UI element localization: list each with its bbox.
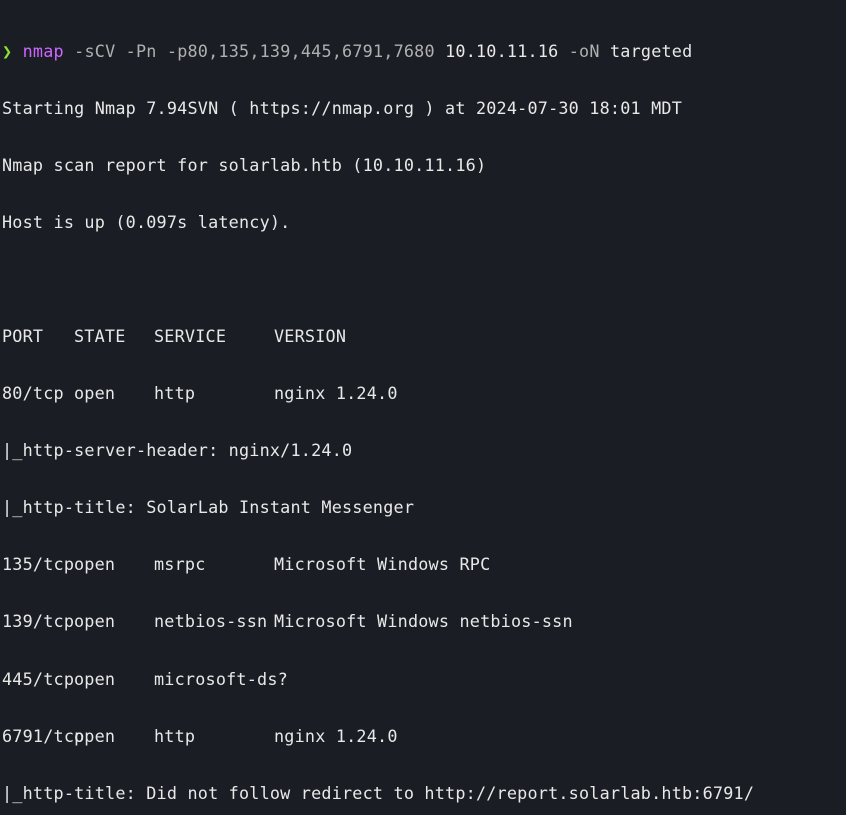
target-ip: 10.10.11.16 <box>445 41 558 61</box>
port-cell: 135/tcp <box>2 550 74 579</box>
state-cell: open <box>74 550 154 579</box>
flag-oN: -oN <box>569 41 600 61</box>
service-cell: netbios-ssn <box>154 607 274 636</box>
service-cell: http <box>154 379 274 408</box>
script-line: |_http-title: Did not follow redirect to… <box>2 779 846 808</box>
version-cell: Microsoft Windows RPC <box>274 554 490 574</box>
terminal-output[interactable]: ❯ nmap -sCV -Pn -p80,135,139,445,6791,76… <box>0 0 846 815</box>
flag-ports-list: 80,135,139,445,6791,7680 <box>188 41 435 61</box>
port-cell: 80/tcp <box>2 379 74 408</box>
port-row: 135/tcpopenmsrpcMicrosoft Windows RPC <box>2 550 846 579</box>
col-service: SERVICE <box>154 322 274 351</box>
version-cell: nginx 1.24.0 <box>274 383 398 403</box>
command-name: nmap <box>23 41 64 61</box>
col-state: STATE <box>74 322 154 351</box>
output-file: targeted <box>610 41 692 61</box>
state-cell: open <box>74 607 154 636</box>
scan-report-line: Nmap scan report for solarlab.htb (10.10… <box>2 151 846 180</box>
state-cell: open <box>74 665 154 694</box>
port-cell: 445/tcp <box>2 665 74 694</box>
port-cell: 139/tcp <box>2 607 74 636</box>
port-cell: 6791/tcp <box>2 722 74 751</box>
script-line: |_http-server-header: nginx/1.24.0 <box>2 436 846 465</box>
state-cell: open <box>74 379 154 408</box>
port-row: 139/tcpopennetbios-ssnMicrosoft Windows … <box>2 607 846 636</box>
prompt-line: ❯ nmap -sCV -Pn -p80,135,139,445,6791,76… <box>2 37 846 66</box>
blank-line <box>2 265 846 294</box>
service-cell: msrpc <box>154 550 274 579</box>
port-row: 6791/tcpopenhttpnginx 1.24.0 <box>2 722 846 751</box>
flag-scv-pn-p: -sCV -Pn -p <box>74 41 187 61</box>
script-line: |_http-title: SolarLab Instant Messenger <box>2 493 846 522</box>
prompt-caret-icon: ❯ <box>2 41 12 61</box>
starting-line: Starting Nmap 7.94SVN ( https://nmap.org… <box>2 94 846 123</box>
col-port: PORT <box>2 322 74 351</box>
version-cell: Microsoft Windows netbios-ssn <box>274 611 573 631</box>
port-row: 80/tcpopenhttpnginx 1.24.0 <box>2 379 846 408</box>
ports-header: PORTSTATESERVICEVERSION <box>2 322 846 351</box>
port-row: 445/tcpopenmicrosoft-ds? <box>2 665 846 694</box>
service-cell: microsoft-ds? <box>154 665 274 694</box>
host-up-line: Host is up (0.097s latency). <box>2 208 846 237</box>
state-cell: open <box>74 722 154 751</box>
service-cell: http <box>154 722 274 751</box>
col-version: VERSION <box>274 326 346 346</box>
version-cell: nginx 1.24.0 <box>274 726 398 746</box>
